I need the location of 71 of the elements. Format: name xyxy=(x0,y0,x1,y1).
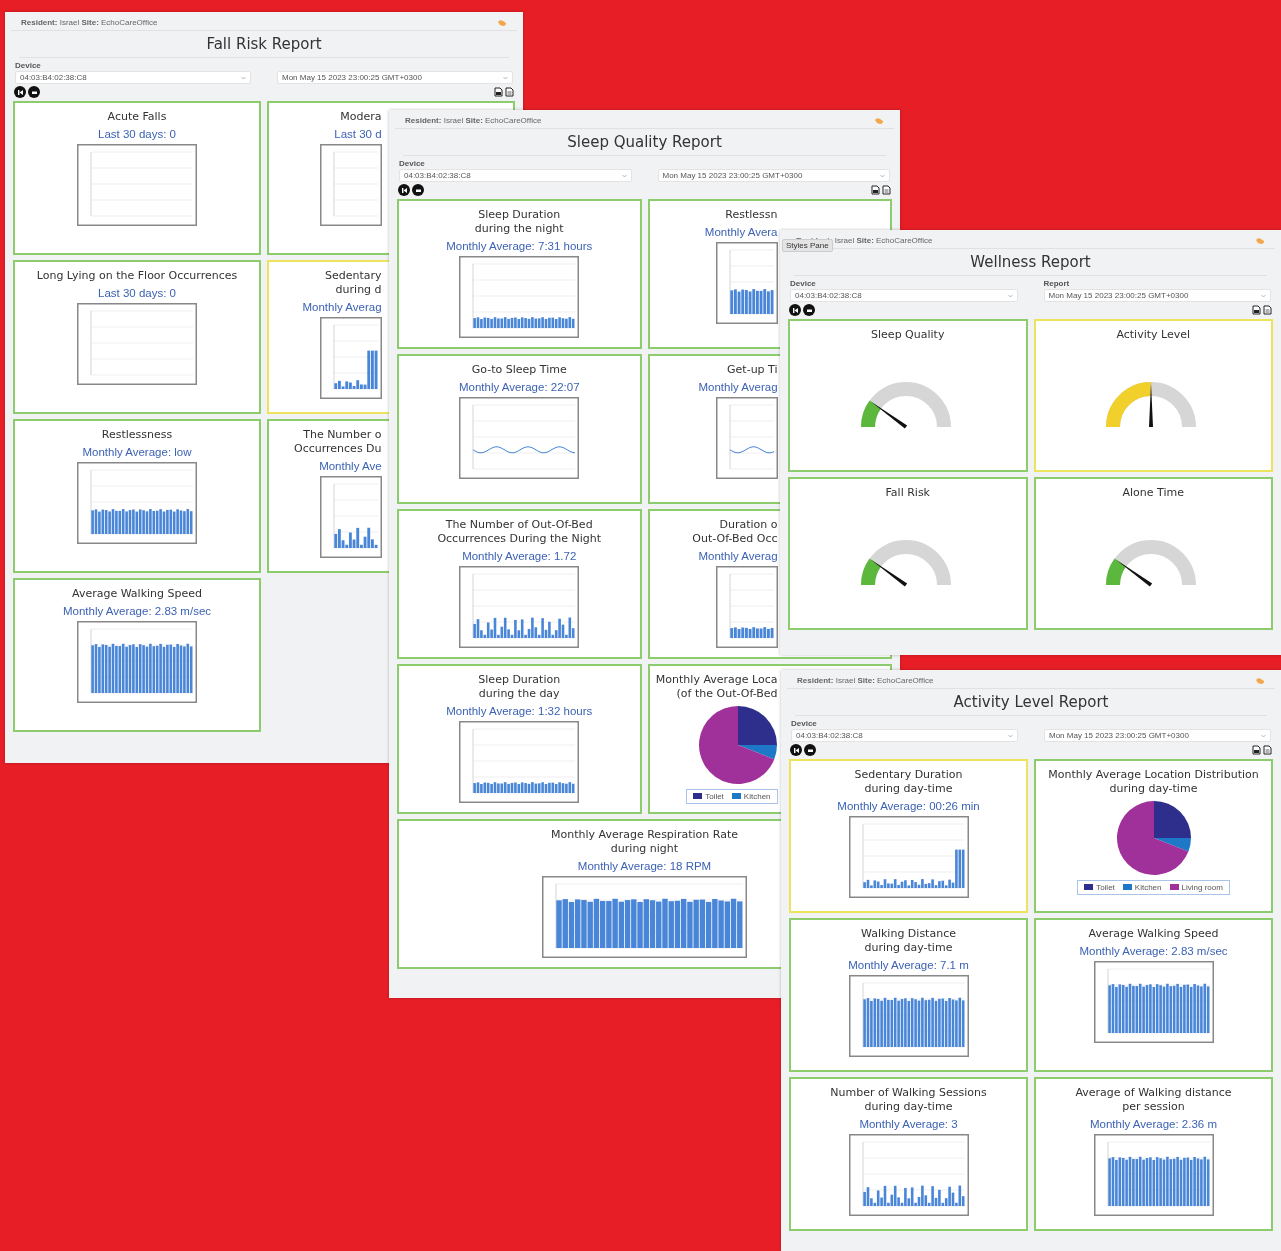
field-label: Device xyxy=(399,159,426,168)
monthly-value: Monthly Averag xyxy=(302,300,382,313)
report-select[interactable]: Mon May 15 2023 23:00:25 GMT+0300 xyxy=(657,169,890,182)
monthly-value: Monthly Average: 2.83 m/sec xyxy=(1079,944,1228,957)
card-title: Sleep Duration during the night xyxy=(474,208,564,236)
monthly-value: Monthly Average: 1.72 xyxy=(462,549,577,562)
card-title: Modera xyxy=(340,110,382,124)
card-title: Activity Level xyxy=(1116,328,1191,342)
card-title: Walking Distance during day-time xyxy=(861,927,956,955)
device-select[interactable]: 04:03:B4:02:38:C8 xyxy=(791,729,1018,742)
monthly-value: Monthly Average: 22:07 xyxy=(458,380,580,393)
field-label: Report xyxy=(1043,279,1071,288)
card-title: Alone Time xyxy=(1122,486,1184,500)
report-title: Activity Level Report xyxy=(795,689,1267,716)
card-title: The Number o Occurrences Du xyxy=(294,428,382,456)
legend-label: Kitchen xyxy=(1134,882,1162,892)
card-title: Average Walking Speed xyxy=(1088,927,1219,941)
card-title: Acute Falls xyxy=(107,110,167,124)
monthly-value: Monthly Average: 2.83 m/sec xyxy=(62,604,212,617)
field-label: Device xyxy=(791,719,818,728)
card-title: Monthly Average Location Distribution during day-time xyxy=(1048,768,1259,796)
card-title: Duration o Out-Of-Bed Occ xyxy=(692,518,778,546)
card-title: The Number of Out-Of-Bed Occurrences During the Night xyxy=(437,518,602,546)
card-title: Fall Risk xyxy=(885,486,930,500)
device-select[interactable]: 04:03:B4:02:38:C8 xyxy=(790,289,1018,302)
monthly-value: Monthly Averag xyxy=(698,549,778,562)
card-title: Get-up Ti xyxy=(727,363,778,377)
card-title: Restlessn xyxy=(725,208,778,222)
monthly-value: Monthly Average: 2.36 m xyxy=(1090,1117,1217,1130)
card-title: Sedentary during d xyxy=(325,269,382,297)
device-select[interactable]: 04:03:B4:02:38:C8 xyxy=(15,71,251,84)
monthly-value: Monthly Avera xyxy=(704,225,778,238)
monthly-value: Monthly Averag xyxy=(698,380,778,393)
monthly-value: Last 30 days: 0 xyxy=(98,286,176,299)
legend-label: Living room xyxy=(1181,882,1223,892)
monthly-value: Last 30 d xyxy=(334,127,382,140)
report-select[interactable]: Mon May 15 2023 23:00:25 GMT+0300 xyxy=(1044,729,1271,742)
card-title: Go-to Sleep Time xyxy=(471,363,567,377)
resident-info: Resident: Israel Site: EchoCareOffice xyxy=(405,116,542,125)
legend-label: Toilet xyxy=(705,791,724,801)
monthly-value: Monthly Average: 3 xyxy=(859,1117,958,1130)
card-title: Sleep Quality xyxy=(871,328,945,342)
report-select[interactable]: Mon May 15 2023 23:00:25 GMT+0300 xyxy=(1043,289,1271,302)
card-title: Monthly Average Respiration Rate during night xyxy=(551,828,738,856)
monthly-value: Monthly Average: 7.1 m xyxy=(848,958,969,971)
report-title: Fall Risk Report xyxy=(19,31,509,58)
legend-label: Kitchen xyxy=(743,791,771,801)
monthly-value: Monthly Average: low xyxy=(82,445,192,458)
report-select[interactable]: Mon May 15 2023 23:00:25 GMT+0300 xyxy=(277,71,513,84)
device-select[interactable]: 04:03:B4:02:38:C8 xyxy=(399,169,632,182)
field-label: Device xyxy=(790,279,817,288)
resident-info: Resident: Israel Site: EchoCareOffice xyxy=(797,676,934,685)
card-title: Monthly Average Loca (of the Out-Of-Bed xyxy=(655,673,778,701)
monthly-value: Monthly Average: 00:26 min xyxy=(837,799,980,812)
card-title: Sleep Duration during the day xyxy=(478,673,561,701)
card-title: Number of Walking Sessions during day-time xyxy=(830,1086,987,1114)
card-title: Average Walking Speed xyxy=(72,587,202,601)
card-title: Restlessness xyxy=(101,428,173,442)
card-title: Average of Walking distance per session xyxy=(1075,1086,1232,1114)
monthly-value: Monthly Ave xyxy=(319,459,382,472)
monthly-value: Monthly Average: 18 RPM xyxy=(577,859,712,872)
card-title: Sedentary Duration during day-time xyxy=(854,768,963,796)
monthly-value: Monthly Average: 1:32 hours xyxy=(446,704,593,717)
field-label: Device xyxy=(15,61,42,70)
monthly-value: Last 30 days: 0 xyxy=(98,127,176,140)
resident-info: Resident: Israel Site: EchoCareOffice xyxy=(21,18,158,27)
card-title: Long Lying on the Floor Occurrences xyxy=(36,269,238,283)
monthly-value: Monthly Average: 7:31 hours xyxy=(446,239,593,252)
report-title: Sleep Quality Report xyxy=(403,129,886,156)
legend-label: Toilet xyxy=(1096,882,1115,892)
report-title: Wellness Report xyxy=(794,249,1267,276)
